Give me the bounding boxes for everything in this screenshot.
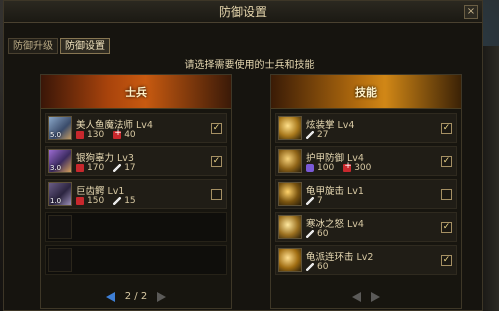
mermaid-mage-icon: 5.0 [48, 116, 72, 140]
hp-icon [76, 131, 84, 139]
icon-level: 5.0 [50, 131, 62, 139]
hp-icon [76, 164, 84, 172]
defense-value: 100 [317, 163, 335, 173]
empty-slot [45, 212, 227, 242]
attack-value: 17 [124, 163, 136, 173]
soldier-checkbox[interactable]: ✓ [211, 156, 222, 167]
icon-level: 3.0 [50, 164, 62, 172]
hp-value: 130 [87, 130, 105, 140]
soldier-row[interactable]: 1.0 巨齿鳄 Lv1 150 15 [45, 179, 227, 209]
next-page-icon[interactable] [371, 292, 380, 302]
skill-level: Lv4 [337, 120, 355, 131]
defense-icon [306, 164, 314, 172]
ice-fury-icon [278, 215, 302, 239]
hp-icon [76, 197, 84, 205]
prev-page-icon[interactable] [352, 292, 361, 302]
heal-value: 300 [354, 163, 372, 173]
attack-icon [113, 197, 122, 205]
attack-value: 27 [317, 130, 329, 140]
skill-pager [271, 292, 461, 302]
hp-value: 170 [87, 163, 105, 173]
close-icon[interactable]: × [464, 5, 478, 19]
attack-icon [113, 164, 122, 172]
skills-panel: 技能 炫装掌Lv4 27 ✓ 护甲防御Lv4 100 300 ✓ 龟甲旋击Lv1… [270, 74, 462, 309]
attack-icon [306, 263, 314, 271]
armor-defense-icon [278, 149, 302, 173]
soldier-pager: 2 / 2 [41, 291, 231, 302]
skills-header-label: 技能 [355, 85, 377, 99]
heal-icon [343, 161, 352, 172]
soldier-checkbox[interactable] [211, 189, 222, 200]
attack-value: 60 [317, 262, 329, 272]
page-indicator: 2 / 2 [124, 291, 148, 302]
palm-strike-icon [278, 116, 302, 140]
skill-level: Lv1 [347, 186, 364, 197]
skill-level: Lv4 [347, 219, 364, 230]
attack-value: 7 [317, 196, 323, 206]
crocodile-icon: 1.0 [48, 182, 72, 206]
soldier-row[interactable]: 5.0 美人鱼魔法师Lv4 130 40 ✓ [45, 113, 227, 143]
skills-header: 技能 [271, 75, 461, 109]
next-page-icon[interactable] [157, 291, 167, 302]
skill-row[interactable]: 龟派连环击 Lv2 60 ✓ [275, 245, 457, 275]
prev-page-icon[interactable] [105, 291, 115, 302]
empty-slot [45, 245, 227, 275]
soldier-row[interactable]: 3.0 银狗辜力 Lv3 170 17 ✓ [45, 146, 227, 176]
silver-dog-icon: 3.0 [48, 149, 72, 173]
skill-level: Lv2 [356, 252, 374, 263]
tab-defense-settings[interactable]: 防御设置 [60, 38, 110, 54]
attack-value: 15 [124, 196, 136, 206]
skill-row[interactable]: 炫装掌 Lv4 27 ✓ [275, 113, 457, 143]
tab-bar: 防御升级 防御设置 [8, 38, 110, 54]
empty-slot-icon [48, 248, 72, 272]
soldiers-header-label: 士兵 [125, 85, 147, 99]
soldiers-panel: 士兵 5.0 美人鱼魔法师Lv4 130 40 ✓ 3.0 银狗辜力Lv3 17… [40, 74, 232, 309]
instruction-text: 请选择需要使用的士兵和技能 [184, 60, 315, 71]
hp-value: 150 [87, 196, 105, 206]
attack-icon [306, 131, 314, 139]
heal-value: 40 [124, 130, 136, 140]
window-title: 防御设置 [218, 5, 267, 19]
skill-checkbox[interactable] [441, 189, 452, 200]
heal-icon [113, 128, 122, 139]
soldiers-header: 士兵 [41, 75, 231, 109]
attack-icon [306, 230, 314, 238]
skill-row[interactable]: 寒冰之怒 Lv4 60 ✓ [275, 212, 457, 242]
skill-row[interactable]: 龟甲旋击 Lv1 7 [275, 179, 457, 209]
soldier-level: Lv4 [136, 120, 153, 131]
skill-checkbox[interactable]: ✓ [441, 222, 452, 233]
skill-row[interactable]: 护甲防御Lv4 100 300 ✓ [275, 146, 457, 176]
title-bar: 防御设置 × [4, 1, 482, 23]
turtle-spin-icon [278, 182, 302, 206]
skill-checkbox[interactable]: ✓ [441, 123, 452, 134]
tab-defense-upgrade[interactable]: 防御升级 [8, 38, 58, 54]
attack-icon [306, 197, 314, 205]
turtle-combo-icon [278, 248, 302, 272]
skill-checkbox[interactable]: ✓ [441, 255, 452, 266]
soldier-checkbox[interactable]: ✓ [211, 123, 222, 134]
side-panel-edge [482, 46, 499, 311]
attack-value: 60 [317, 229, 329, 239]
empty-slot-icon [48, 215, 72, 239]
skill-checkbox[interactable]: ✓ [441, 156, 452, 167]
icon-level: 1.0 [50, 197, 62, 205]
